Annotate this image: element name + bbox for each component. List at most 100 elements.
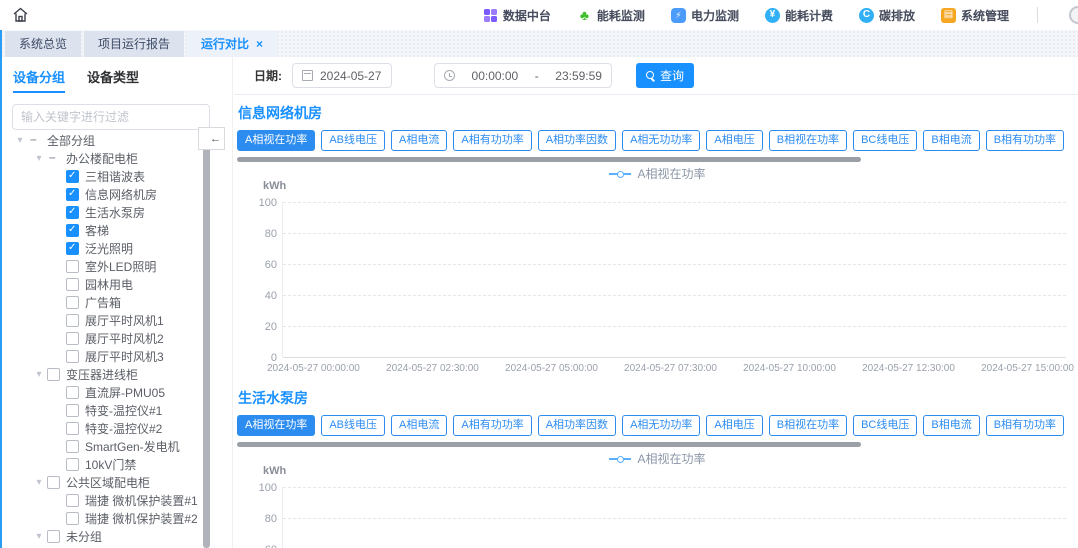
tree-node[interactable]: 瑞捷 微机保护装置#1 — [0, 491, 218, 509]
metric-button[interactable]: A相功率因数 — [538, 130, 616, 151]
home-icon[interactable] — [10, 5, 30, 25]
nav-item-bolt-icon[interactable]: ⚡电力监测 — [671, 7, 739, 24]
tree-node[interactable]: 直流屏-PMU05 — [0, 383, 218, 401]
unchecked-checkbox-icon[interactable] — [47, 476, 60, 489]
tree-node[interactable]: 特变-温控仪#2 — [0, 419, 218, 437]
unchecked-checkbox-icon[interactable] — [66, 314, 79, 327]
checked-checkbox-icon[interactable] — [66, 242, 79, 255]
caret-down-icon[interactable]: ▾ — [14, 135, 26, 146]
tree-node[interactable]: SmartGen-发电机 — [0, 437, 218, 455]
unchecked-checkbox-icon[interactable] — [66, 458, 79, 471]
metric-button[interactable]: A相有功功率 — [453, 130, 531, 151]
unchecked-checkbox-icon[interactable] — [47, 368, 60, 381]
tree-node[interactable]: 三相谐波表 — [0, 167, 218, 185]
metric-button[interactable]: A相电压 — [706, 415, 762, 436]
tab-系统总览[interactable]: 系统总览 — [5, 31, 81, 57]
tree-node[interactable]: 展厅平时风机2 — [0, 329, 218, 347]
metric-button[interactable]: A相视在功率 — [237, 130, 315, 151]
nav-item-yen-circle-icon[interactable]: ¥能耗计费 — [765, 7, 833, 24]
metric-button[interactable]: B相有功功率 — [986, 415, 1064, 436]
metric-button[interactable]: A相电压 — [706, 130, 762, 151]
nav-item-leaf-icon[interactable]: ♣能耗监测 — [577, 7, 645, 24]
tab-运行对比[interactable]: 运行对比× — [187, 31, 277, 57]
date-picker[interactable]: 2024-05-27 — [292, 63, 392, 88]
tree-node[interactable]: 室外LED照明 — [0, 257, 218, 275]
metric-button[interactable]: A相电流 — [391, 415, 447, 436]
checked-checkbox-icon[interactable] — [66, 188, 79, 201]
caret-down-icon[interactable]: ▾ — [33, 369, 45, 380]
caret-down-icon[interactable]: ▾ — [33, 153, 45, 164]
checked-checkbox-icon[interactable] — [66, 170, 79, 183]
y-tick-label: 20 — [265, 321, 277, 333]
unchecked-checkbox-icon[interactable] — [66, 494, 79, 507]
nav-item-briefcase-icon[interactable]: ▤系统管理 — [941, 7, 1009, 24]
tree-node[interactable]: 泛光照明 — [0, 239, 218, 257]
tree-node[interactable]: 生活水泵房 — [0, 203, 218, 221]
metric-button[interactable]: A相视在功率 — [237, 415, 315, 436]
dash-checkbox-icon[interactable] — [28, 134, 41, 147]
tree-node[interactable]: 展厅平时风机1 — [0, 311, 218, 329]
unchecked-checkbox-icon[interactable] — [66, 296, 79, 309]
checked-checkbox-icon[interactable] — [66, 224, 79, 237]
metric-button[interactable]: B相视在功率 — [769, 130, 847, 151]
tree-node-label: SmartGen-发电机 — [85, 438, 180, 455]
tree-scrollbar[interactable] — [203, 135, 210, 548]
unchecked-checkbox-icon[interactable] — [66, 386, 79, 399]
close-icon[interactable]: × — [256, 38, 263, 50]
query-button[interactable]: 查询 — [636, 63, 694, 88]
unchecked-checkbox-icon[interactable] — [47, 530, 60, 543]
metric-button[interactable]: B相视在功率 — [769, 415, 847, 436]
tree-filter-input[interactable] — [12, 104, 210, 130]
dash-checkbox-icon[interactable] — [47, 152, 60, 165]
sidebar-tab-设备分组[interactable]: 设备分组 — [13, 67, 65, 93]
caret-down-icon[interactable]: ▾ — [33, 477, 45, 488]
metric-button[interactable]: A相无功功率 — [622, 130, 700, 151]
tree-node[interactable]: 特变-温控仪#1 — [0, 401, 218, 419]
metric-button[interactable]: A相功率因数 — [538, 415, 616, 436]
chart-legend[interactable]: A相视在功率 — [237, 165, 1078, 182]
metric-button[interactable]: AB线电压 — [321, 130, 385, 151]
y-tick-label: 100 — [259, 482, 277, 494]
tree-node[interactable]: 展厅平时风机3 — [0, 347, 218, 365]
app-root: { "colors": { "accent": "#1890ff", "metr… — [0, 0, 1078, 548]
metric-button[interactable]: AB线电压 — [321, 415, 385, 436]
caret-down-icon[interactable]: ▾ — [33, 531, 45, 542]
y-tick-label: 100 — [259, 197, 277, 209]
tree-node[interactable]: 园林用电 — [0, 275, 218, 293]
sidebar-tab-设备类型[interactable]: 设备类型 — [87, 67, 139, 93]
metric-button[interactable]: A相电流 — [391, 130, 447, 151]
unchecked-checkbox-icon[interactable] — [66, 350, 79, 363]
metric-button[interactable]: A相有功功率 — [453, 415, 531, 436]
tree-node[interactable]: 信息网络机房 — [0, 185, 218, 203]
tree-node[interactable]: ▾变压器进线柜 — [0, 365, 218, 383]
metric-button[interactable]: B相有功功率 — [986, 130, 1064, 151]
tree-node[interactable]: 广告箱 — [0, 293, 218, 311]
checked-checkbox-icon[interactable] — [66, 206, 79, 219]
unchecked-checkbox-icon[interactable] — [66, 404, 79, 417]
unchecked-checkbox-icon[interactable] — [66, 512, 79, 525]
metric-button[interactable]: BC线电压 — [853, 415, 917, 436]
metric-button[interactable]: BC线电压 — [853, 130, 917, 151]
nav-item-carbon-icon[interactable]: C碳排放 — [859, 7, 915, 24]
metric-button[interactable]: B相电流 — [923, 130, 979, 151]
unchecked-checkbox-icon[interactable] — [66, 260, 79, 273]
tree-node[interactable]: ▾公共区域配电柜 — [0, 473, 218, 491]
nav-item-grid-icon[interactable]: 数据中台 — [483, 7, 551, 24]
time-range-picker[interactable]: 00:00:00 - 23:59:59 — [434, 63, 612, 88]
tree-node[interactable]: 10kV门禁 — [0, 455, 218, 473]
tree-node[interactable]: ▾办公楼配电柜 — [0, 149, 218, 167]
chart-legend[interactable]: A相视在功率 — [237, 450, 1078, 467]
metric-button[interactable]: B相电流 — [923, 415, 979, 436]
tab-项目运行报告[interactable]: 项目运行报告 — [84, 31, 184, 57]
plot-area: 100806040200 — [282, 487, 1066, 548]
collapse-sidebar-handle[interactable]: ← — [198, 127, 225, 150]
unchecked-checkbox-icon[interactable] — [66, 440, 79, 453]
tree-node[interactable]: 瑞捷 微机保护装置#2 — [0, 509, 218, 527]
unchecked-checkbox-icon[interactable] — [66, 332, 79, 345]
tree-node[interactable]: ▾全部分组 — [0, 131, 218, 149]
unchecked-checkbox-icon[interactable] — [66, 278, 79, 291]
tree-node[interactable]: 客梯 — [0, 221, 218, 239]
tree-node[interactable]: ▾未分组 — [0, 527, 218, 545]
unchecked-checkbox-icon[interactable] — [66, 422, 79, 435]
metric-button[interactable]: A相无功功率 — [622, 415, 700, 436]
